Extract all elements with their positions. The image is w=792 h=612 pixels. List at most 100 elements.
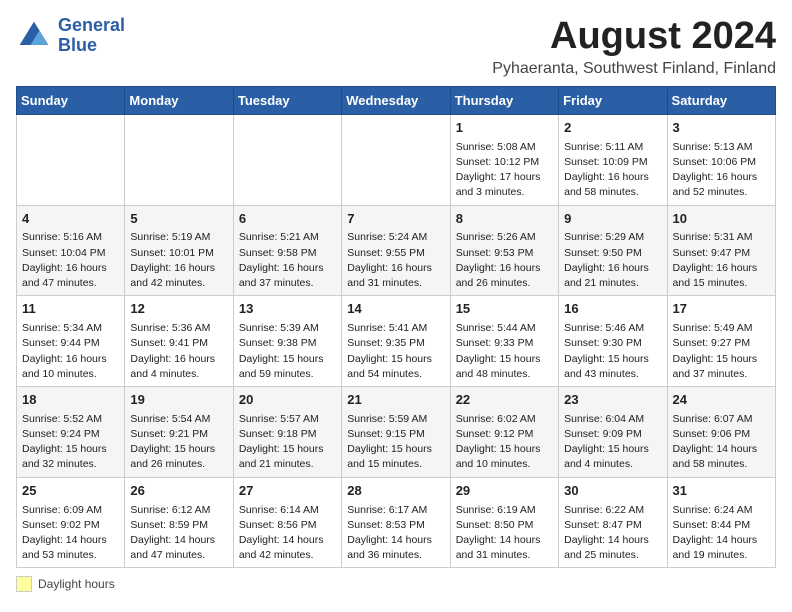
day-number: 7	[347, 210, 444, 229]
day-info: Daylight: 16 hours	[564, 261, 661, 276]
day-info: Sunset: 9:44 PM	[22, 336, 119, 351]
day-info: Daylight: 16 hours	[130, 352, 227, 367]
day-info: Sunrise: 6:22 AM	[564, 503, 661, 518]
calendar-cell: 8Sunrise: 5:26 AMSunset: 9:53 PMDaylight…	[450, 205, 558, 296]
day-info: Daylight: 14 hours	[673, 533, 770, 548]
day-info: and 3 minutes.	[456, 185, 553, 200]
day-info: Sunrise: 5:31 AM	[673, 230, 770, 245]
day-info: Daylight: 16 hours	[239, 261, 336, 276]
calendar-cell: 29Sunrise: 6:19 AMSunset: 8:50 PMDayligh…	[450, 477, 558, 568]
calendar-cell: 1Sunrise: 5:08 AMSunset: 10:12 PMDayligh…	[450, 114, 558, 205]
day-info: Sunrise: 6:24 AM	[673, 503, 770, 518]
day-number: 8	[456, 210, 553, 229]
day-info: Daylight: 15 hours	[239, 442, 336, 457]
day-info: Sunrise: 5:57 AM	[239, 412, 336, 427]
day-number: 2	[564, 119, 661, 138]
calendar-cell: 5Sunrise: 5:19 AMSunset: 10:01 PMDayligh…	[125, 205, 233, 296]
calendar-cell: 23Sunrise: 6:04 AMSunset: 9:09 PMDayligh…	[559, 386, 667, 477]
day-info: Sunrise: 6:17 AM	[347, 503, 444, 518]
day-info: Sunset: 9:53 PM	[456, 246, 553, 261]
day-info: Sunset: 8:47 PM	[564, 518, 661, 533]
day-info: and 48 minutes.	[456, 367, 553, 382]
day-number: 10	[673, 210, 770, 229]
calendar-cell	[125, 114, 233, 205]
day-info: Sunrise: 6:07 AM	[673, 412, 770, 427]
day-info: Daylight: 16 hours	[673, 261, 770, 276]
calendar-cell: 24Sunrise: 6:07 AMSunset: 9:06 PMDayligh…	[667, 386, 775, 477]
day-info: Daylight: 15 hours	[564, 442, 661, 457]
day-info: and 58 minutes.	[564, 185, 661, 200]
day-info: and 43 minutes.	[564, 367, 661, 382]
calendar-cell: 27Sunrise: 6:14 AMSunset: 8:56 PMDayligh…	[233, 477, 341, 568]
day-number: 19	[130, 391, 227, 410]
day-info: Sunrise: 5:44 AM	[456, 321, 553, 336]
day-info: Sunset: 10:04 PM	[22, 246, 119, 261]
day-info: Sunset: 9:55 PM	[347, 246, 444, 261]
day-info: and 36 minutes.	[347, 548, 444, 563]
day-info: Sunset: 9:15 PM	[347, 427, 444, 442]
logo-text: General Blue	[58, 16, 125, 56]
calendar-cell: 19Sunrise: 5:54 AMSunset: 9:21 PMDayligh…	[125, 386, 233, 477]
logo-line1: General	[58, 16, 125, 36]
day-number: 13	[239, 300, 336, 319]
day-info: Daylight: 16 hours	[22, 261, 119, 276]
calendar-cell: 18Sunrise: 5:52 AMSunset: 9:24 PMDayligh…	[17, 386, 125, 477]
day-info: Sunset: 9:41 PM	[130, 336, 227, 351]
day-number: 22	[456, 391, 553, 410]
main-title: August 2024	[492, 16, 776, 58]
logo-line2: Blue	[58, 36, 125, 56]
day-info: and 4 minutes.	[130, 367, 227, 382]
day-info: Daylight: 15 hours	[673, 352, 770, 367]
day-info: Daylight: 16 hours	[564, 170, 661, 185]
day-number: 14	[347, 300, 444, 319]
calendar-cell	[342, 114, 450, 205]
day-number: 6	[239, 210, 336, 229]
day-info: Daylight: 14 hours	[22, 533, 119, 548]
day-info: and 42 minutes.	[130, 276, 227, 291]
day-number: 17	[673, 300, 770, 319]
header: General Blue August 2024 Pyhaeranta, Sou…	[16, 16, 776, 78]
day-info: Sunset: 10:01 PM	[130, 246, 227, 261]
day-number: 21	[347, 391, 444, 410]
calendar-cell: 10Sunrise: 5:31 AMSunset: 9:47 PMDayligh…	[667, 205, 775, 296]
day-info: Sunrise: 5:46 AM	[564, 321, 661, 336]
day-info: Daylight: 15 hours	[22, 442, 119, 457]
day-number: 1	[456, 119, 553, 138]
day-info: Sunrise: 5:41 AM	[347, 321, 444, 336]
subtitle: Pyhaeranta, Southwest Finland, Finland	[492, 60, 776, 78]
header-day-sunday: Sunday	[17, 86, 125, 114]
calendar-cell	[233, 114, 341, 205]
day-info: and 10 minutes.	[456, 457, 553, 472]
day-info: and 58 minutes.	[673, 457, 770, 472]
day-info: Daylight: 14 hours	[347, 533, 444, 548]
day-info: Sunrise: 6:19 AM	[456, 503, 553, 518]
calendar-cell: 4Sunrise: 5:16 AMSunset: 10:04 PMDayligh…	[17, 205, 125, 296]
day-info: and 21 minutes.	[564, 276, 661, 291]
day-info: Sunrise: 5:34 AM	[22, 321, 119, 336]
day-info: Sunrise: 6:02 AM	[456, 412, 553, 427]
day-info: and 52 minutes.	[673, 185, 770, 200]
day-info: Sunrise: 5:11 AM	[564, 140, 661, 155]
calendar-cell: 13Sunrise: 5:39 AMSunset: 9:38 PMDayligh…	[233, 296, 341, 387]
day-info: Sunrise: 5:54 AM	[130, 412, 227, 427]
day-info: Sunset: 10:12 PM	[456, 155, 553, 170]
day-info: and 15 minutes.	[673, 276, 770, 291]
calendar-cell: 20Sunrise: 5:57 AMSunset: 9:18 PMDayligh…	[233, 386, 341, 477]
calendar-cell: 28Sunrise: 6:17 AMSunset: 8:53 PMDayligh…	[342, 477, 450, 568]
day-number: 3	[673, 119, 770, 138]
day-info: Sunset: 9:09 PM	[564, 427, 661, 442]
day-info: Sunset: 9:24 PM	[22, 427, 119, 442]
day-number: 12	[130, 300, 227, 319]
day-number: 11	[22, 300, 119, 319]
calendar-cell: 14Sunrise: 5:41 AMSunset: 9:35 PMDayligh…	[342, 296, 450, 387]
day-info: Sunrise: 5:52 AM	[22, 412, 119, 427]
day-number: 24	[673, 391, 770, 410]
day-info: Daylight: 15 hours	[347, 352, 444, 367]
legend: Daylight hours	[16, 576, 776, 592]
day-info: and 42 minutes.	[239, 548, 336, 563]
calendar-cell: 7Sunrise: 5:24 AMSunset: 9:55 PMDaylight…	[342, 205, 450, 296]
week-row-4: 25Sunrise: 6:09 AMSunset: 9:02 PMDayligh…	[17, 477, 776, 568]
title-area: August 2024 Pyhaeranta, Southwest Finlan…	[492, 16, 776, 78]
day-number: 9	[564, 210, 661, 229]
day-info: Sunset: 8:44 PM	[673, 518, 770, 533]
